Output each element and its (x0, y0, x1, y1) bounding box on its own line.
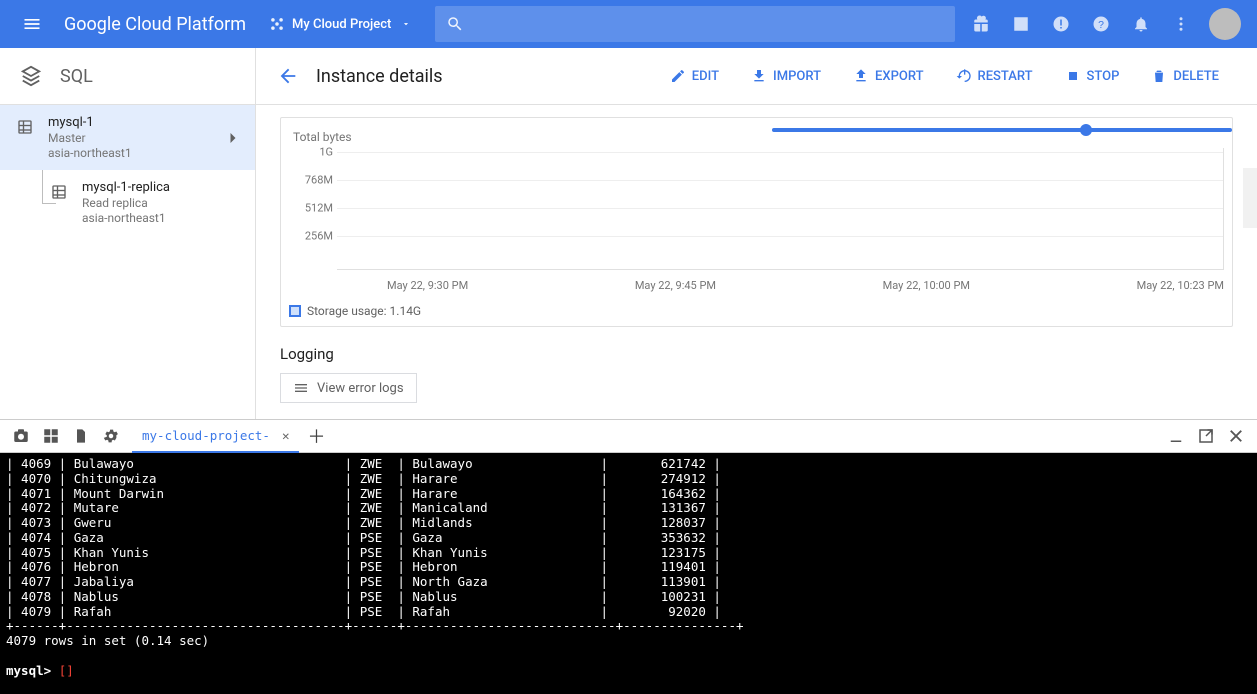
hamburger-menu-button[interactable] (8, 0, 56, 48)
back-button[interactable] (264, 52, 312, 100)
terminal-close-icon[interactable] (1221, 419, 1251, 453)
legend-text: Storage usage: 1.14G (307, 304, 421, 318)
search-input[interactable] (475, 16, 955, 32)
svg-text:?: ? (1098, 19, 1104, 31)
view-error-logs-button[interactable]: View error logs (280, 373, 417, 403)
search-icon (435, 15, 475, 33)
stop-icon (1065, 68, 1081, 84)
instance-name: mysql-1 (48, 115, 223, 130)
mysql-prompt: mysql> [] (6, 663, 74, 678)
stop-button[interactable]: STOP (1051, 60, 1134, 92)
terminal-tab-label: my-cloud-project- (142, 428, 270, 443)
chart-time-brush[interactable] (772, 128, 1232, 132)
dropdown-caret-icon (401, 19, 411, 29)
project-selector[interactable]: My Cloud Project (254, 17, 427, 32)
chart-legend: Storage usage: 1.14G (289, 304, 1224, 318)
terminal-tab-bar: my-cloud-project- ✕ ＋ (0, 419, 1257, 453)
instance-region: asia-northeast1 (48, 146, 223, 160)
restart-button[interactable]: RESTART (942, 60, 1047, 92)
import-button[interactable]: IMPORT (737, 60, 835, 92)
instance-role: Read replica (82, 196, 243, 210)
export-button[interactable]: EXPORT (839, 60, 937, 92)
edit-icon (670, 68, 686, 84)
terminal-output[interactable]: | 4069 | Bulawayo | ZWE | Bulawayo | 621… (0, 453, 1257, 694)
right-rail-handle[interactable] (1243, 168, 1257, 228)
menu-icon (22, 14, 42, 34)
terminal-settings-icon[interactable] (96, 419, 126, 453)
delete-icon (1151, 68, 1167, 84)
alert-icon[interactable] (1041, 0, 1081, 48)
chart-ylabel: 256M (305, 230, 333, 243)
terminal-file-icon[interactable] (66, 419, 96, 453)
sql-stack-icon (20, 65, 42, 87)
chart-area[interactable]: May 22, 9:30 PM May 22, 9:45 PM May 22, 10… (289, 148, 1224, 298)
gcp-logo: Google Cloud Platform (56, 14, 254, 35)
instance-name: mysql-1-replica (82, 180, 243, 195)
chart-ylabel: 768M (305, 174, 333, 187)
terminal-grid-icon[interactable] (36, 419, 66, 453)
legend-swatch-icon (289, 305, 301, 317)
terminal-minimize-icon[interactable] (1161, 419, 1191, 453)
back-arrow-icon (277, 65, 299, 87)
sidenav-title-text: SQL (60, 66, 93, 87)
chevron-right-icon (223, 128, 243, 148)
edit-button[interactable]: EDIT (656, 60, 733, 92)
instance-role: Master (48, 131, 223, 145)
details-toolbar: Instance details EDIT IMPORT EXPORT REST… (256, 48, 1257, 105)
chart-ylabel: 1G (319, 146, 333, 159)
chart-xlabel: May 22, 9:45 PM (635, 279, 716, 292)
help-icon[interactable]: ? (1081, 0, 1121, 48)
export-icon (853, 68, 869, 84)
terminal-tab-close-icon[interactable]: ✕ (282, 428, 290, 443)
sidenav-title: SQL (0, 48, 255, 105)
cloud-shell-terminal: my-cloud-project- ✕ ＋ | 4069 | Bulawayo … (0, 419, 1257, 694)
project-name: My Cloud Project (292, 17, 391, 32)
search-box[interactable] (435, 6, 955, 42)
user-avatar[interactable] (1209, 8, 1241, 40)
terminal-tab[interactable]: my-cloud-project- ✕ (132, 419, 299, 453)
cursor-icon: [] (59, 663, 74, 678)
main-content: Instance details EDIT IMPORT EXPORT REST… (256, 48, 1257, 419)
import-icon (751, 68, 767, 84)
chart-xlabel: May 22, 9:30 PM (387, 279, 468, 292)
terminal-popout-icon[interactable] (1191, 419, 1221, 453)
list-icon (293, 380, 309, 396)
instance-region: asia-northeast1 (82, 211, 243, 225)
chart-ylabel: 512M (305, 202, 333, 215)
database-icon (50, 183, 68, 201)
more-icon[interactable] (1161, 0, 1201, 48)
gift-icon[interactable] (961, 0, 1001, 48)
instance-item-mysql-1-replica[interactable]: mysql-1-replica Read replica asia-northe… (34, 170, 255, 235)
delete-button[interactable]: DELETE (1137, 60, 1233, 92)
storage-chart-card: Total bytes May 22, 9:30 PMMay 22, 9:45 … (280, 117, 1233, 327)
logging-heading: Logging (280, 345, 1233, 363)
instance-item-mysql-1[interactable]: mysql-1 Master asia-northeast1 (0, 105, 255, 170)
restart-icon (956, 68, 972, 84)
cloud-shell-icon[interactable] (1001, 0, 1041, 48)
terminal-camera-icon[interactable] (6, 419, 36, 453)
gcp-header: Google Cloud Platform My Cloud Project ? (0, 0, 1257, 48)
project-icon (270, 17, 284, 31)
database-icon (16, 118, 34, 136)
page-title: Instance details (316, 66, 443, 87)
sql-sidenav: SQL mysql-1 Master asia-northeast1 mysql… (0, 48, 256, 419)
chart-xlabel: May 22, 10:23 PM (1137, 279, 1224, 292)
terminal-new-tab-button[interactable]: ＋ (299, 423, 333, 449)
notifications-icon[interactable] (1121, 0, 1161, 48)
chart-xlabel: May 22, 10:00 PM (883, 279, 970, 292)
